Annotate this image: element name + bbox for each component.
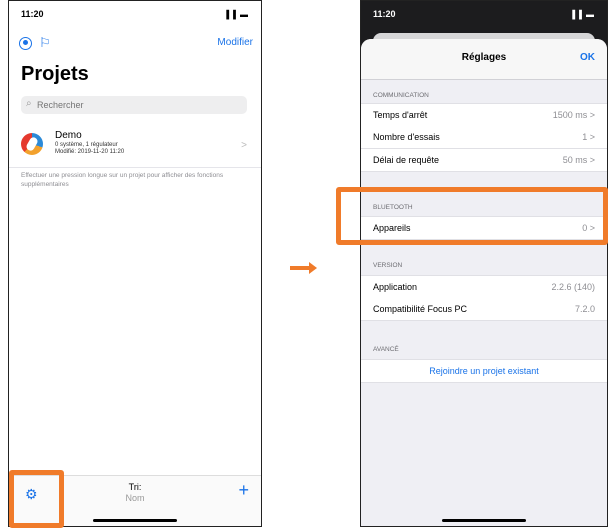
signal-icon: ▐▐ xyxy=(569,10,583,19)
projects-toolbar: ⚐ Modifier xyxy=(19,35,253,55)
battery-icon: ▬ xyxy=(586,10,595,19)
section-header-communication: COMMUNICATION xyxy=(373,92,429,99)
row-compatibilite: Compatibilité Focus PC 7.2.0 xyxy=(361,298,607,321)
search-icon: ⌕ xyxy=(26,98,32,109)
home-indicator xyxy=(442,519,526,522)
flag-icon[interactable]: ⚐ xyxy=(39,35,51,51)
settings-sheet: Réglages OK COMMUNICATION Temps d'arrêt … xyxy=(361,39,607,526)
highlight-settings-button xyxy=(9,470,64,528)
row-nombre-essais[interactable]: Nombre d'essais 1 > xyxy=(361,126,607,149)
settings-screen: 11:20 ▐▐ ▬ Réglages OK COMMUNICATION Tem… xyxy=(360,0,608,527)
signal-icon: ▐▐ xyxy=(223,10,237,19)
row-value: 2.2.6 (140) xyxy=(551,282,595,292)
status-bar: 11:20 ▐▐ ▬ xyxy=(9,1,261,29)
row-label: Compatibilité Focus PC xyxy=(373,304,468,314)
row-label: Délai de requête xyxy=(373,155,440,165)
row-value: 1500 ms > xyxy=(552,110,595,120)
chevron-right-icon: > xyxy=(241,140,247,151)
ok-button[interactable]: OK xyxy=(580,52,595,63)
row-delai-requete[interactable]: Délai de requête 50 ms > xyxy=(361,149,607,172)
settings-navbar: Réglages OK xyxy=(361,39,607,80)
page-title: Projets xyxy=(21,63,89,85)
join-project-button[interactable]: Rejoindre un projet existant xyxy=(361,359,607,383)
projects-screen: 11:20 ▐▐ ▬ ⚐ Modifier Projets ⌕ Demo 0 s… xyxy=(8,0,262,527)
project-logo-icon xyxy=(21,133,43,155)
status-time: 11:20 xyxy=(373,9,396,19)
add-project-icon[interactable]: + xyxy=(238,480,249,501)
row-value: 7.2.0 xyxy=(574,304,595,314)
status-indicators: ▐▐ ▬ xyxy=(569,10,595,19)
section-header-version: VERSION xyxy=(373,262,403,269)
modifier-button[interactable]: Modifier xyxy=(217,37,253,48)
home-indicator xyxy=(93,519,177,522)
status-indicators: ▐▐ ▬ xyxy=(223,10,249,19)
status-bar: 11:20 ▐▐ ▬ xyxy=(361,1,607,29)
row-label: Application xyxy=(373,282,418,292)
row-value: 1 > xyxy=(582,132,595,142)
transition-arrow xyxy=(290,262,317,274)
project-row-demo[interactable]: Demo 0 système, 1 régulateur Modifié: 20… xyxy=(9,125,261,168)
section-header-advanced: AVANCÉ xyxy=(373,346,399,353)
join-project-label: Rejoindre un projet existant xyxy=(429,366,539,376)
highlight-bluetooth-section xyxy=(336,187,608,245)
project-name: Demo xyxy=(55,130,82,141)
row-label: Temps d'arrêt xyxy=(373,110,428,120)
row-value: 50 ms > xyxy=(562,155,595,165)
row-application: Application 2.2.6 (140) xyxy=(361,275,607,299)
project-modified: Modifié: 2019-11-20 11:20 xyxy=(55,149,125,155)
user-circle-icon[interactable] xyxy=(19,37,32,50)
row-temps-arret[interactable]: Temps d'arrêt 1500 ms > xyxy=(361,103,607,127)
row-label: Nombre d'essais xyxy=(373,132,440,142)
status-time: 11:20 xyxy=(21,9,44,19)
long-press-hint: Effectuer une pression longue sur un pro… xyxy=(21,172,224,188)
battery-icon: ▬ xyxy=(240,10,249,19)
search-input[interactable] xyxy=(37,98,237,111)
project-summary: 0 système, 1 régulateur xyxy=(55,142,118,148)
settings-title: Réglages xyxy=(461,52,507,63)
search-bar[interactable]: ⌕ xyxy=(21,96,247,114)
